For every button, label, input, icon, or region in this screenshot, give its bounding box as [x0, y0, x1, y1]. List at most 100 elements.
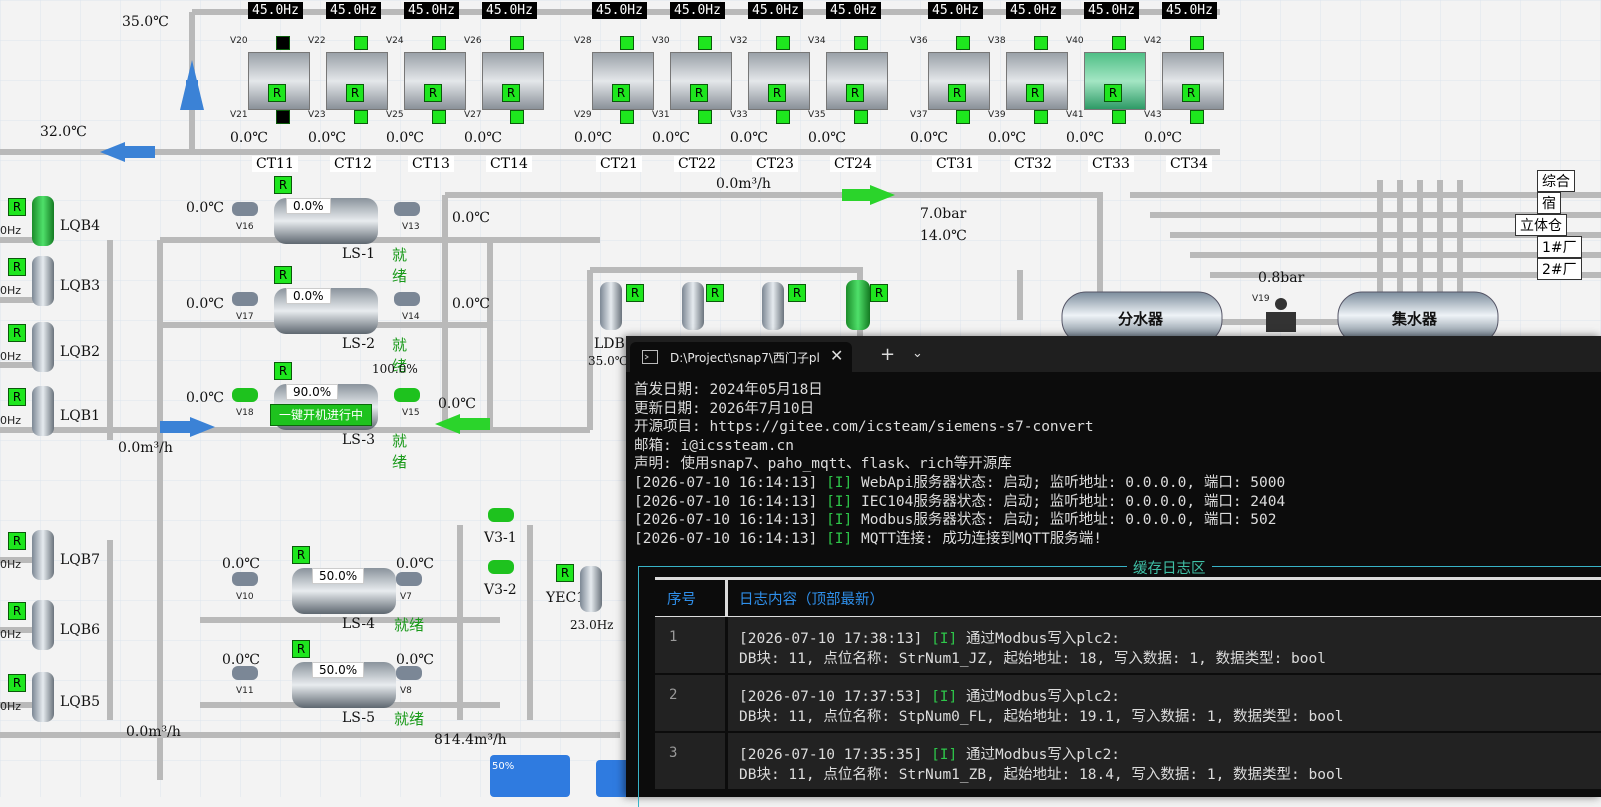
inlet-valve-icon[interactable]	[232, 572, 258, 586]
valve-icon[interactable]	[488, 508, 514, 522]
valve-status-indicator[interactable]	[1034, 110, 1048, 124]
log-timestamp: [2026-07-10 17:37:53]	[739, 689, 923, 705]
chiller-unit[interactable]: R 0.0% V16 V13 LS-1 就绪	[232, 176, 420, 285]
valve-status-indicator[interactable]	[1190, 110, 1204, 124]
tower-frequency: 45.0Hz	[1006, 2, 1061, 19]
valve-status-indicator[interactable]	[854, 36, 868, 50]
log-message: 通过Modbus写入plc2:	[966, 747, 1121, 763]
chiller-name: LS-2	[342, 336, 376, 352]
tower-frequency: 45.0Hz	[248, 2, 303, 19]
cooling-pump[interactable]: R 0Hz LQB2	[0, 322, 110, 378]
diff-pressure: 0.8bar	[1258, 270, 1305, 286]
tower-frequency: 45.0Hz	[326, 2, 381, 19]
valve-status-indicator[interactable]	[620, 36, 634, 50]
valve-status-indicator[interactable]	[698, 110, 712, 124]
valve-status-indicator[interactable]	[432, 36, 446, 50]
valve-label: V20	[230, 36, 248, 46]
valve-icon[interactable]	[488, 560, 514, 574]
pump-icon	[580, 566, 602, 612]
cooling-pump[interactable]: R 0Hz LQB3	[0, 256, 110, 312]
chiller-unit[interactable]: R 50.0% V10 V7 LS-4 就绪	[232, 546, 426, 646]
diff-valve-icon[interactable]	[1270, 316, 1292, 324]
log-message: Modbus服务器状态: 启动; 监听地址: 0.0.0.0, 端口: 502	[861, 512, 1277, 529]
cooling-tower[interactable]: 45.0Hz V28 R V29 0.0℃ CT21	[574, 0, 668, 180]
chiller-status: 就绪	[394, 710, 425, 728]
inlet-valve-icon[interactable]	[232, 202, 258, 216]
valve-status-indicator[interactable]	[510, 110, 524, 124]
cooling-tower[interactable]: 45.0Hz V42 R V43 0.0℃ CT34	[1144, 0, 1238, 180]
cooling-tower[interactable]: 45.0Hz V38 R V39 0.0℃ CT32	[988, 0, 1082, 180]
tower-name: CT13	[408, 156, 454, 172]
ldb-temp: 35.0℃	[588, 354, 629, 368]
outlet-valve-icon[interactable]	[396, 666, 422, 680]
pump-name: LQB5	[60, 694, 100, 710]
valve-label: V32	[730, 36, 748, 46]
valve-label: V35	[808, 110, 826, 120]
terminal-tab[interactable]: D:\Project\snap7\西门子plc数据 ✕	[630, 342, 852, 372]
outlet-valve-icon[interactable]	[396, 572, 422, 586]
outlet-valve-icon[interactable]	[394, 202, 420, 216]
cooling-tower[interactable]: 45.0Hz V40 R V41 0.0℃ CT33	[1066, 0, 1160, 180]
outlet-valve-icon[interactable]	[394, 388, 420, 402]
valve-status-indicator[interactable]	[1034, 36, 1048, 50]
cooling-pump[interactable]: R 0Hz LQB4	[0, 196, 110, 252]
tower-name: CT24	[830, 156, 876, 172]
valve-status-indicator[interactable]	[620, 110, 634, 124]
valve-status-indicator[interactable]	[956, 110, 970, 124]
inlet-valve-icon[interactable]	[232, 388, 258, 402]
cooling-pump[interactable]: R 0Hz LQB1	[0, 386, 110, 442]
valve-status-indicator[interactable]	[956, 36, 970, 50]
chiller-load: 0.0%	[286, 198, 331, 214]
tower-name: CT32	[1010, 156, 1056, 172]
valve-status-indicator[interactable]	[432, 110, 446, 124]
valve-label: V22	[308, 36, 326, 46]
cooling-pump[interactable]: R 0Hz LQB5	[0, 672, 110, 728]
pump-icon	[32, 386, 54, 436]
cooling-tower[interactable]: 45.0Hz V24 R V25 0.0℃ CT13	[386, 0, 480, 180]
tower-temp: 0.0℃	[386, 130, 424, 146]
inlet-valve-icon[interactable]	[232, 666, 258, 680]
chevron-down-icon[interactable]: ⌄	[912, 346, 923, 361]
inlet-valve-icon[interactable]	[232, 292, 258, 306]
outlet-valve-icon[interactable]	[394, 292, 420, 306]
new-tab-icon[interactable]: +	[880, 344, 895, 365]
log-level: [I]	[931, 631, 958, 647]
lqb-upper-flow: 0.0m³/h	[118, 440, 173, 456]
valve-status-indicator[interactable]	[276, 110, 290, 124]
valve-status-indicator[interactable]	[1112, 110, 1126, 124]
valve-status-indicator[interactable]	[698, 36, 712, 50]
cooling-tower[interactable]: 45.0Hz V30 R V31 0.0℃ CT22	[652, 0, 746, 180]
valve-status-indicator[interactable]	[776, 36, 790, 50]
valve-status-indicator[interactable]	[354, 36, 368, 50]
tower-temp: 0.0℃	[808, 130, 846, 146]
supply-temp: 35.0℃	[122, 14, 169, 30]
chiller-name: LS-3	[342, 432, 376, 448]
cooling-pump[interactable]: R 0Hz LQB6	[0, 600, 110, 656]
cooling-tower[interactable]: 45.0Hz V36 R V37 0.0℃ CT31	[910, 0, 1004, 180]
cooling-pump[interactable]: R 0Hz LQB7	[0, 530, 110, 586]
tower-run-indicator: R	[948, 84, 966, 102]
close-tab-icon[interactable]: ✕	[830, 346, 843, 365]
cooling-tower[interactable]: 45.0Hz V20 R V21 0.0℃ CT11	[230, 0, 324, 180]
terminal-window[interactable]: D:\Project\snap7\西门子plc数据 ✕ + ⌄ 首发日期: 20…	[626, 336, 1601, 807]
cooling-tower[interactable]: 45.0Hz V26 R V27 0.0℃ CT14	[464, 0, 558, 180]
tower-name: CT34	[1166, 156, 1212, 172]
cooling-tower[interactable]: 45.0Hz V32 R V33 0.0℃ CT23	[730, 0, 824, 180]
valve-status-indicator[interactable]	[276, 36, 290, 50]
chiller-unit[interactable]: R 50.0% V11 V8 LS-5 就绪	[232, 640, 426, 740]
chiller-unit[interactable]: R 0.0% V17 V14 LS-2 就绪	[232, 266, 420, 375]
valve-status-indicator[interactable]	[854, 110, 868, 124]
valve-status-indicator[interactable]	[1112, 36, 1126, 50]
valve-status-indicator[interactable]	[1190, 36, 1204, 50]
pump-frequency: 0Hz	[0, 558, 22, 571]
cooling-tower[interactable]: 45.0Hz V22 R V23 0.0℃ CT12	[308, 0, 402, 180]
onekey-start-button[interactable]: 一键开机进行中	[270, 404, 372, 426]
valve-status-indicator[interactable]	[354, 110, 368, 124]
valve-status-indicator[interactable]	[776, 110, 790, 124]
ls2-in-temp: 0.0℃	[186, 296, 224, 312]
cooling-tower[interactable]: 45.0Hz V34 R V35 0.0℃ CT24	[808, 0, 902, 180]
valve-label: V21	[230, 110, 248, 120]
tower-run-indicator: R	[690, 84, 708, 102]
valve-status-indicator[interactable]	[510, 36, 524, 50]
chiller-name: LS-1	[342, 246, 376, 262]
